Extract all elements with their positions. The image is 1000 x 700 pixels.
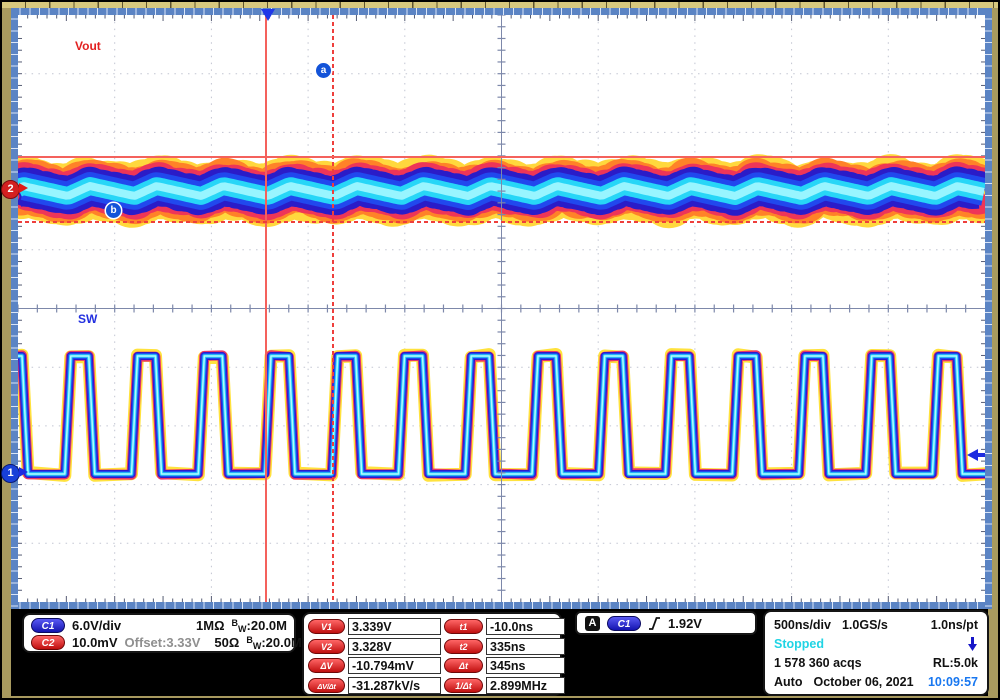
time-label: 10:09:57 — [928, 675, 978, 689]
t2-badge: t2 — [444, 639, 483, 654]
t1-value: -10.0ns — [486, 618, 565, 635]
inv-delta-t-badge: 1/Δt — [444, 678, 483, 693]
rising-edge-icon — [648, 616, 661, 631]
v2-badge: V2 — [308, 639, 345, 654]
ch2-bandwidth: BW:20.0M — [246, 635, 301, 651]
ruler-left — [11, 8, 18, 609]
trigger-mode-label: Auto — [774, 675, 802, 689]
t2-value: 335ns — [486, 638, 565, 655]
channel1-marker[interactable]: 1 — [1, 464, 20, 483]
acquisition-count: 1 578 360 acqs — [774, 656, 862, 670]
ch1-scale: 6.0V/div — [72, 618, 121, 633]
ch1-settings-row[interactable]: C1 6.0V/div 1MΩ BW:20.0M — [24, 617, 294, 634]
ch1-sw-label: SW — [78, 312, 97, 326]
v1-badge: V1 — [308, 619, 345, 634]
ch2-badge[interactable]: C2 — [31, 635, 65, 650]
ch1-badge[interactable]: C1 — [31, 618, 65, 633]
delta-v-value: -10.794mV — [348, 657, 441, 674]
cursor-a-badge[interactable]: a — [316, 63, 331, 78]
date-label: October 06, 2021 — [813, 675, 913, 689]
cursor-b-badge[interactable]: b — [106, 203, 121, 218]
channel2-marker[interactable]: 2 — [1, 180, 20, 199]
channel-settings-box[interactable]: C1 6.0V/div 1MΩ BW:20.0M C2 10.0mV Offse… — [22, 613, 296, 653]
delta-v-badge: ΔV — [308, 658, 345, 673]
ruler-bottom — [11, 602, 988, 609]
trigger-mode-badge: A — [585, 616, 600, 631]
inv-delta-t-value: 2.899MHz — [486, 677, 565, 694]
v1-value: 3.339V — [348, 618, 441, 635]
ch1-impedance: 1MΩ — [196, 618, 224, 633]
trigger-source-badge: C1 — [607, 616, 641, 631]
ruler-top — [11, 8, 988, 15]
oscilloscope-screen: a b Vout SW 2 1 C1 6.0V/div 1MΩ BW:20.0M… — [0, 0, 1000, 700]
ch2-offset: Offset:3.33V — [125, 635, 201, 650]
cursor-vertical-t2[interactable] — [332, 15, 334, 602]
ch2-scale: 10.0mV — [72, 635, 118, 650]
trigger-level-arrow-stem — [977, 453, 985, 457]
readout-panel: C1 6.0V/div 1MΩ BW:20.0M C2 10.0mV Offse… — [11, 609, 988, 696]
ch2-impedance: 50Ω — [214, 635, 239, 650]
dv-dt-value: -31.287kV/s — [348, 677, 441, 694]
sample-rate-value: 1.0GS/s — [842, 618, 888, 632]
cursor-horizontal-v1[interactable] — [18, 156, 985, 158]
cursor-vertical-t1[interactable] — [265, 15, 267, 602]
trigger-position-marker[interactable] — [261, 9, 275, 21]
channel1-arrow-icon — [19, 467, 28, 477]
timebase-value: 500ns/div — [774, 618, 831, 632]
record-length: RL:5.0k — [933, 656, 978, 670]
arrow-down-icon — [967, 636, 978, 652]
delta-t-badge: Δt — [444, 658, 483, 673]
graticule-plot-area: a b Vout SW — [18, 15, 985, 602]
waveform-canvas — [18, 15, 985, 602]
cursor-horizontal-v2[interactable] — [18, 221, 985, 223]
trigger-settings-box[interactable]: A C1 1.92V — [575, 611, 757, 635]
ch2-vout-label: Vout — [75, 39, 101, 53]
horizontal-acquisition-box[interactable]: 500ns/div 1.0GS/s 1.0ns/pt Stopped 1 578… — [763, 610, 989, 696]
cursor-readout-box[interactable]: V1 3.339V t1 -10.0ns V2 3.328V t2 335ns … — [302, 612, 562, 696]
t1-badge: t1 — [444, 619, 483, 634]
resolution-value: 1.0ns/pt — [931, 618, 978, 632]
trigger-level-value: 1.92V — [668, 616, 702, 631]
v2-value: 3.328V — [348, 638, 441, 655]
ch2-settings-row[interactable]: C2 10.0mV Offset:3.33V 50Ω BW:20.0M — [24, 634, 294, 651]
acquisition-status: Stopped — [774, 637, 824, 651]
dv-dt-badge: ΔV/Δt — [308, 678, 345, 693]
channel2-arrow-icon — [19, 183, 28, 193]
delta-t-value: 345ns — [486, 657, 565, 674]
ruler-right — [985, 8, 992, 609]
ch1-bandwidth: BW:20.0M — [232, 618, 287, 634]
